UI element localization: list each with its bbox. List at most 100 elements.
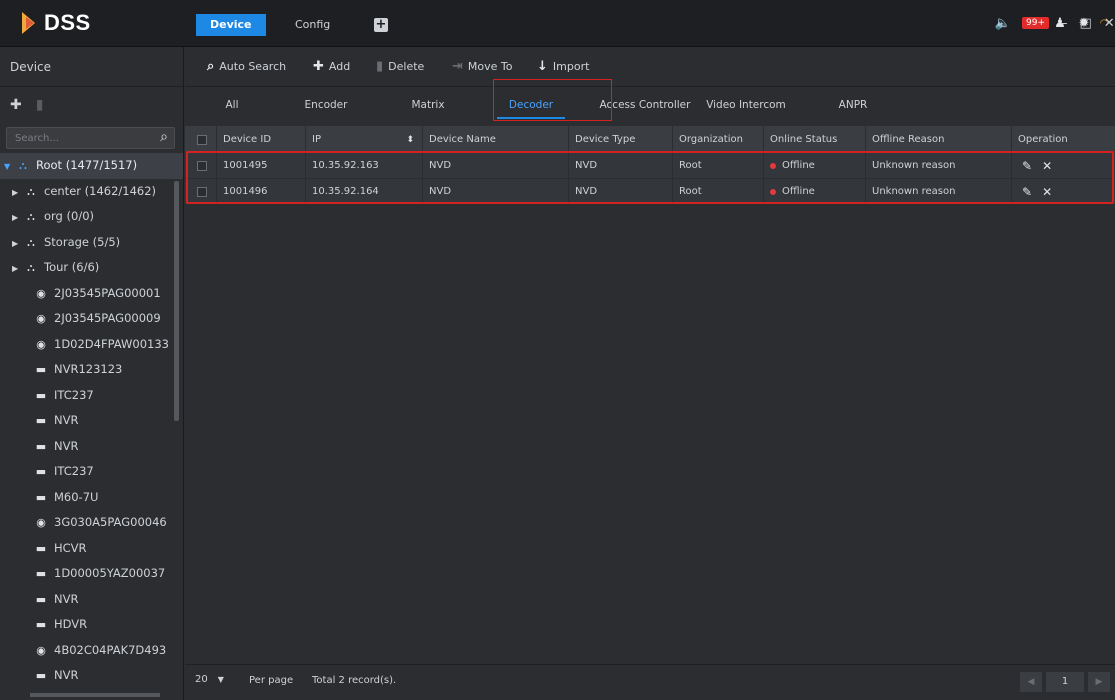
tree-node[interactable]: ▬ HCVR bbox=[0, 536, 183, 562]
tree-node[interactable]: ▬ M60-7U bbox=[0, 485, 183, 511]
move-icon: ⇥ bbox=[452, 59, 463, 74]
collapsed-arrow-icon[interactable]: ▶ bbox=[12, 256, 22, 281]
next-page-icon[interactable]: ▶ bbox=[1088, 672, 1110, 692]
tree-node-label: 2J03545PAG00001 bbox=[54, 285, 161, 300]
tree-node[interactable]: ▬ HDVR bbox=[0, 612, 183, 638]
logo-mark-icon bbox=[22, 12, 40, 34]
tree-node-label: HDVR bbox=[54, 617, 88, 631]
col-device-type[interactable]: Device Type bbox=[569, 126, 673, 153]
page-number-input[interactable]: 1 bbox=[1046, 672, 1084, 692]
tree-node[interactable]: ▬ NVR bbox=[0, 408, 183, 434]
tree-node-label: HCVR bbox=[54, 540, 87, 555]
tree-node[interactable]: ▶ ⛬ Tour (6/6) bbox=[0, 255, 183, 281]
col-offline-reason[interactable]: Offline Reason bbox=[866, 126, 1012, 153]
tree-node[interactable]: ◉ 1D02D4FPAW00133 bbox=[0, 332, 183, 358]
tab-label: ANPR bbox=[838, 99, 868, 111]
device-type-tabs: All Encoder Matrix Decoder Access Controller… bbox=[185, 87, 1115, 123]
tree-node[interactable]: ◉ 2J03545PAG00001 bbox=[0, 281, 183, 307]
decoder-highlight-box bbox=[493, 79, 612, 121]
per-page-value: 20 bbox=[195, 674, 208, 685]
tree-search: ⌕ bbox=[6, 127, 175, 149]
tab-config[interactable]: Config bbox=[281, 14, 344, 36]
tree-hscrollbar[interactable] bbox=[30, 693, 160, 697]
tree-node[interactable]: ◉ 4B02C04PAK7D493 bbox=[0, 638, 183, 664]
collapsed-arrow-icon[interactable]: ▶ bbox=[12, 205, 22, 230]
tree-node-label: 1D00005YAZ00037 bbox=[54, 566, 166, 580]
org-icon: ⛬ bbox=[27, 261, 35, 274]
tree-node-label: org (0/0) bbox=[44, 209, 94, 223]
tab-encoder[interactable]: Encoder bbox=[300, 87, 352, 123]
col-device-id[interactable]: Device ID bbox=[217, 126, 306, 153]
tab-label: Matrix bbox=[411, 99, 445, 111]
tab-anpr[interactable]: ANPR bbox=[830, 87, 876, 123]
minimize-icon[interactable]: – bbox=[1061, 14, 1068, 34]
tab-label: Video Intercom bbox=[706, 99, 786, 111]
col-device-name[interactable]: Device Name bbox=[423, 126, 569, 153]
delete-node-icon: ▮ bbox=[35, 97, 44, 113]
collapsed-arrow-icon[interactable]: ▶ bbox=[12, 180, 22, 205]
org-icon: ⛬ bbox=[27, 235, 35, 249]
add-label: Add bbox=[328, 60, 351, 73]
col-online-status[interactable]: Online Status bbox=[764, 126, 866, 153]
add-tab-icon[interactable]: + bbox=[374, 18, 388, 32]
search-icon: ⌕ bbox=[207, 59, 215, 74]
tab-video-intercom[interactable]: Video Intercom bbox=[706, 87, 786, 123]
device-tree: ▼ ⛬ Root (1477/1517) ▶ ⛬ center (1462/1462) ▶ ⛬… bbox=[0, 153, 183, 689]
tree-node[interactable]: ▼ ⛬ Root (1477/1517) bbox=[0, 153, 183, 179]
recorder-icon: ▬ bbox=[35, 669, 47, 682]
tree-node-label: 1D02D4FPAW00133 bbox=[54, 336, 169, 351]
delete-label: Delete bbox=[388, 60, 425, 73]
device-tree-panel: Device ✚ ▮ ⌕ ▼⛬Root (1477/1517)▶⛬center … bbox=[0, 47, 184, 700]
per-page-select[interactable]: 20 ▼ bbox=[195, 674, 224, 685]
recorder-icon: ▬ bbox=[35, 490, 47, 504]
app-logo: DSS bbox=[22, 10, 91, 36]
collapsed-arrow-icon[interactable]: ▶ bbox=[12, 231, 22, 256]
tab-matrix[interactable]: Matrix bbox=[403, 87, 453, 123]
tree-node[interactable]: ▬ NVR bbox=[0, 663, 183, 689]
pagination-bar: 20 ▼ Per page Total 2 record(s). ◀ 1 ▶ bbox=[185, 664, 1115, 700]
tree-node-label: M60-7U bbox=[54, 489, 99, 504]
sort-icon[interactable]: ⬍ bbox=[406, 135, 414, 145]
col-ip-label: IP bbox=[312, 134, 321, 145]
tree-node-label: 3G030A5PAG00046 bbox=[54, 515, 167, 529]
import-label: Import bbox=[552, 60, 590, 73]
expanded-arrow-icon[interactable]: ▼ bbox=[4, 154, 14, 179]
tree-node[interactable]: ◉ 3G030A5PAG00046 bbox=[0, 510, 183, 536]
tab-label: Access Controller bbox=[599, 99, 691, 111]
maximize-icon[interactable]: □ bbox=[1080, 14, 1092, 34]
col-ip[interactable]: IP ⬍ bbox=[306, 126, 423, 153]
close-icon[interactable]: ✕ bbox=[1104, 14, 1115, 34]
add-button[interactable]: ✚ Add bbox=[313, 47, 350, 87]
tree-node[interactable]: ▶ ⛬ center (1462/1462) bbox=[0, 179, 183, 205]
tree-node-label: Root (1477/1517) bbox=[36, 158, 138, 172]
tree-node[interactable]: ▬ 1D00005YAZ00037 bbox=[0, 561, 183, 587]
tree-node[interactable]: ▬ NVR123123 bbox=[0, 357, 183, 383]
tab-device[interactable]: Device bbox=[196, 14, 266, 36]
tree-node[interactable]: ▬ ITC237 bbox=[0, 459, 183, 485]
tree-node[interactable]: ▶ ⛬ Storage (5/5) bbox=[0, 230, 183, 256]
tree-node[interactable]: ▬ NVR bbox=[0, 434, 183, 460]
search-input[interactable] bbox=[7, 128, 147, 148]
add-node-icon[interactable]: ✚ bbox=[10, 97, 22, 113]
alarm-count-badge[interactable]: 99+ bbox=[1022, 17, 1049, 29]
tree-node[interactable]: ▶ ⛬ org (0/0) bbox=[0, 204, 183, 230]
col-organization[interactable]: Organization bbox=[673, 126, 764, 153]
plus-icon: ✚ bbox=[313, 59, 324, 74]
search-icon[interactable]: ⌕ bbox=[160, 129, 168, 145]
tree-node-label: NVR bbox=[54, 413, 79, 427]
prev-page-icon[interactable]: ◀ bbox=[1020, 672, 1042, 692]
tab-all[interactable]: All bbox=[207, 87, 257, 123]
auto-search-button[interactable]: ⌕ Auto Search bbox=[207, 47, 286, 87]
tree-node[interactable]: ▬ ITC237 bbox=[0, 383, 183, 409]
tab-label: All bbox=[225, 99, 239, 111]
tree-node-label: 4B02C04PAK7D493 bbox=[54, 642, 167, 657]
tree-node-label: Tour (6/6) bbox=[44, 260, 100, 274]
per-page-label: Per page bbox=[249, 675, 294, 686]
speaker-icon[interactable]: 🔈 bbox=[993, 14, 1013, 34]
select-all-checkbox[interactable] bbox=[185, 126, 217, 153]
tree-node[interactable]: ◉ 2J03545PAG00009 bbox=[0, 306, 183, 332]
tree-scrollbar[interactable] bbox=[174, 181, 179, 421]
tree-node[interactable]: ▬ NVR bbox=[0, 587, 183, 613]
delete-button[interactable]: ▮ Delete bbox=[376, 47, 424, 87]
tab-label: Encoder bbox=[304, 99, 348, 111]
